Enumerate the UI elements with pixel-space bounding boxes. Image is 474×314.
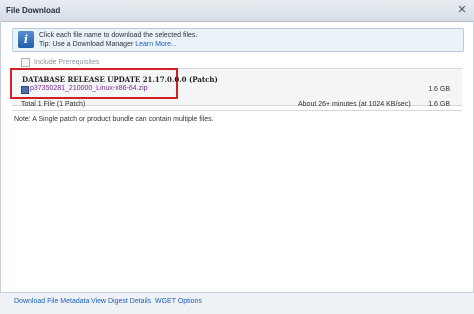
info-icon: i [18, 31, 34, 48]
file-download-link[interactable]: p37350281_210000_Linux-x86-64.zip [30, 85, 148, 92]
dialog-titlebar: File Download ✕ [0, 0, 474, 22]
download-file-metadata-link[interactable]: Download File Metadata [14, 298, 90, 305]
file-size: 1.6 GB [428, 86, 450, 93]
zip-file-icon [21, 86, 29, 94]
total-size: 1.6 GB [428, 101, 450, 108]
info-tip: Tip: Use a Download Manager Learn More..… [39, 41, 177, 48]
total-files: Total 1 File (1 Patch) [21, 101, 86, 108]
include-prerequisites-checkbox[interactable] [21, 58, 30, 67]
include-prerequisites-label: Include Prerequisites [34, 59, 100, 66]
dialog-title: File Download [6, 6, 61, 15]
info-tip-text: Tip: Use a Download Manager [39, 41, 134, 48]
close-icon[interactable]: ✕ [456, 4, 468, 16]
estimated-time: About 26+ minutes (at 1024 KB/sec) [298, 101, 411, 108]
patch-title: DATABASE RELEASE UPDATE 21.17.0.0.0 (Pat… [22, 75, 218, 84]
include-prerequisites-option[interactable]: Include Prerequisites [21, 58, 99, 67]
wget-options-link[interactable]: WGET Options [155, 298, 202, 305]
view-digest-details-link[interactable]: View Digest Details [91, 298, 151, 305]
info-banner: i Click each file name to download the s… [12, 28, 464, 52]
download-note: Note: A Single patch or product bundle c… [14, 116, 214, 123]
dialog-border-left [0, 21, 1, 292]
learn-more-link[interactable]: Learn More... [135, 41, 177, 48]
info-instruction: Click each file name to download the sel… [39, 32, 198, 39]
